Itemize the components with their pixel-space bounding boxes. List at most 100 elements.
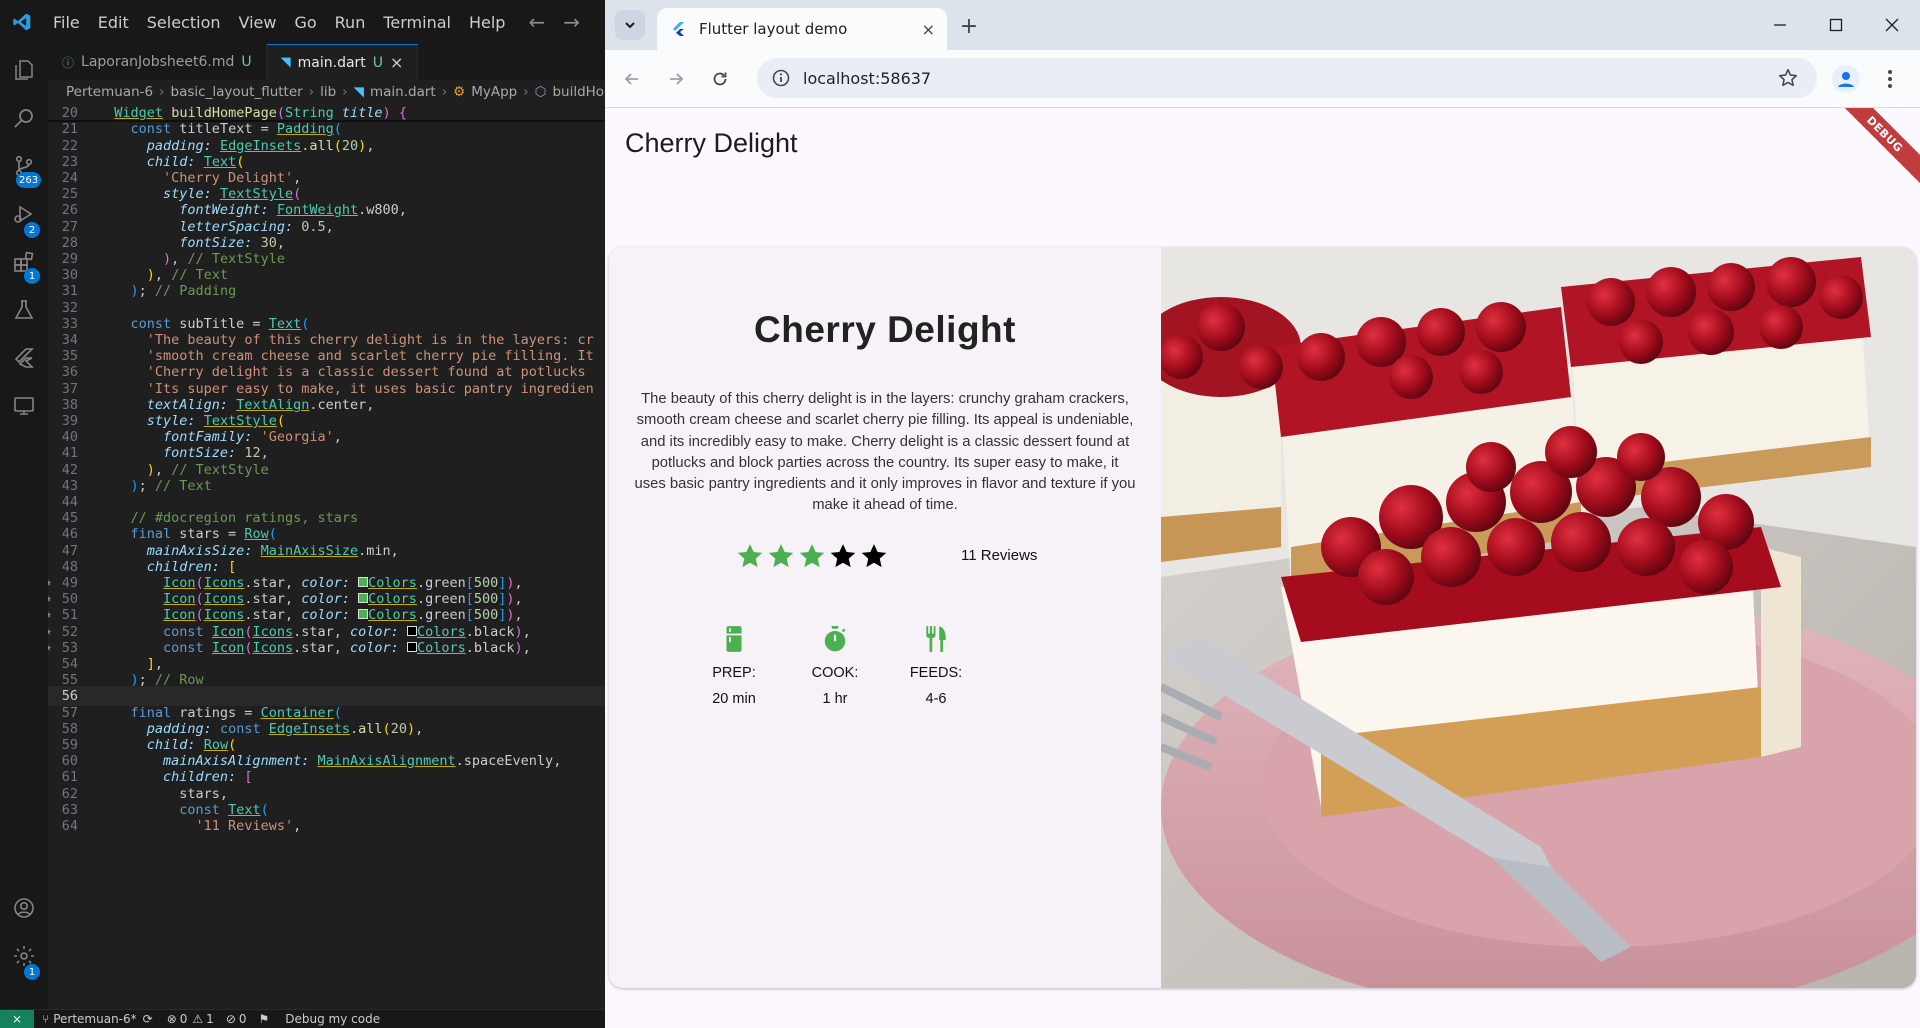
vscode-window: File Edit Selection View Go Run Terminal…: [0, 0, 605, 1028]
editor-tabs: ⓘ LaporanJobsheet6.md U ◥ main.dart U ×: [48, 44, 605, 80]
star-rating: [735, 541, 889, 571]
tab-laporan-md[interactable]: ⓘ LaporanJobsheet6.md U: [48, 44, 267, 80]
reload-button[interactable]: [705, 64, 735, 94]
tab-main-dart[interactable]: ◥ main.dart U ×: [266, 44, 419, 80]
search-icon[interactable]: [0, 94, 48, 142]
flutter-icon[interactable]: [0, 334, 48, 382]
more-options-icon[interactable]: [1880, 65, 1900, 93]
warning-count[interactable]: 1: [206, 1012, 214, 1026]
code-editor[interactable]: 9class MyApp extends StatelessWidget {20…: [48, 104, 605, 1009]
kitchen-icon: [679, 625, 789, 653]
warning-icon: ⚠: [192, 1012, 204, 1026]
untracked-status: U: [372, 54, 384, 71]
star-filled-icon: [737, 544, 763, 568]
dart-file-icon: ◥: [280, 55, 291, 70]
menu-bar: File Edit Selection View Go Run Terminal…: [0, 0, 605, 44]
menu-selection[interactable]: Selection: [138, 13, 230, 32]
forward-button[interactable]: [661, 64, 691, 94]
reload-icon: [713, 72, 727, 86]
error-count[interactable]: 0: [180, 1012, 188, 1026]
tab-search-button[interactable]: [615, 10, 645, 40]
debug-config[interactable]: Debug my code: [285, 1012, 380, 1026]
markdown-file-icon: ⓘ: [62, 55, 75, 70]
ports-count[interactable]: 0: [239, 1012, 247, 1026]
recipe-card: Cherry Delight The beauty of this cherry…: [609, 247, 1916, 988]
prep-label: PREP:: [712, 665, 756, 681]
profile-avatar-icon[interactable]: [1832, 65, 1860, 93]
site-info-icon[interactable]: [771, 68, 791, 92]
forward-arrow-icon: [670, 73, 684, 85]
cook-info: COOK: 1 hr: [780, 625, 890, 709]
branch-icon: ⑂: [42, 1012, 50, 1026]
run-debug-icon[interactable]: 2: [0, 190, 48, 238]
timer-icon: [780, 625, 890, 653]
tab-strip: Flutter layout demo × +: [605, 0, 1920, 50]
source-control-badge: 263: [16, 172, 42, 188]
menu-view[interactable]: View: [230, 13, 286, 32]
close-tab-icon[interactable]: ×: [922, 20, 935, 39]
close-tab-icon[interactable]: ×: [390, 53, 403, 72]
explorer-icon[interactable]: [0, 46, 48, 94]
browser-toolbar: localhost:58637: [605, 50, 1920, 108]
browser-tab[interactable]: Flutter layout demo ×: [657, 8, 947, 50]
remote-explorer-icon[interactable]: [0, 382, 48, 430]
minimize-icon: [1774, 24, 1786, 26]
app-bar-title: Cherry Delight: [625, 128, 798, 158]
close-icon: [1885, 18, 1899, 32]
breadcrumb-item[interactable]: main.dart: [370, 84, 436, 100]
url-text[interactable]: localhost:58637: [803, 69, 931, 88]
star-empty-icon: [861, 544, 887, 568]
address-bar[interactable]: localhost:58637: [757, 58, 1817, 98]
minimize-button[interactable]: [1752, 0, 1808, 50]
ports-icon: ⊘: [225, 1012, 236, 1026]
accounts-icon[interactable]: [0, 884, 48, 932]
maximize-button[interactable]: [1808, 0, 1864, 50]
debug-icon: ⚑: [258, 1012, 270, 1026]
breadcrumb-item[interactable]: buildHomePag: [552, 84, 605, 100]
vscode-logo-icon: [0, 0, 44, 44]
settings-gear-icon[interactable]: 1: [0, 932, 48, 980]
branch-name[interactable]: Pertemuan-6*: [53, 1012, 136, 1026]
menu-file[interactable]: File: [44, 13, 89, 32]
sync-icon[interactable]: ⟳: [143, 1012, 153, 1026]
restaurant-icon: [881, 625, 991, 653]
maximize-icon: [1829, 18, 1843, 32]
remote-indicator-icon[interactable]: ⨯: [0, 1009, 34, 1028]
feeds-label: FEEDS:: [909, 665, 963, 681]
menu-run[interactable]: Run: [326, 13, 375, 32]
testing-flask-icon[interactable]: [0, 286, 48, 334]
chevron-down-icon: [625, 22, 635, 29]
bookmark-star-icon[interactable]: [1777, 67, 1799, 93]
menu-help[interactable]: Help: [460, 13, 514, 32]
reviews-count: 11 Reviews: [961, 547, 1038, 564]
menu-edit[interactable]: Edit: [89, 13, 138, 32]
dart-file-icon: ◥: [353, 84, 364, 100]
breadcrumb-item[interactable]: MyApp: [471, 84, 517, 100]
error-icon: ⊗: [166, 1012, 177, 1026]
source-control-icon[interactable]: 263: [0, 142, 48, 190]
breadcrumb-item[interactable]: basic_layout_flutter: [171, 84, 303, 100]
feeds-info: FEEDS: 4-6: [881, 625, 991, 709]
breadcrumb-item[interactable]: lib: [320, 84, 336, 100]
extensions-icon[interactable]: 1: [0, 238, 48, 286]
tab-label: LaporanJobsheet6.md: [81, 54, 235, 70]
code-text: '11 Reviews',: [195, 818, 302, 834]
close-window-button[interactable]: [1864, 0, 1920, 50]
code-line[interactable]: 64 '11 Reviews',: [48, 816, 605, 836]
back-arrow-icon[interactable]: ←: [528, 10, 545, 34]
forward-arrow-icon[interactable]: →: [563, 10, 580, 34]
menu-terminal[interactable]: Terminal: [374, 13, 460, 32]
cherry-delight-photo: [1161, 247, 1916, 988]
untracked-status: U: [241, 54, 252, 70]
back-button[interactable]: [617, 64, 647, 94]
breadcrumb-item[interactable]: Pertemuan-6: [66, 84, 153, 100]
prep-value: 20 min: [712, 691, 756, 707]
recipe-description: The beauty of this cherry delight is in …: [634, 391, 1136, 514]
new-tab-button[interactable]: +: [955, 12, 983, 40]
cook-label: COOK:: [811, 665, 859, 681]
tab-label: main.dart: [297, 54, 366, 71]
menu-go[interactable]: Go: [285, 13, 325, 32]
debug-banner: DEBUG: [1824, 108, 1920, 195]
recipe-details: Cherry Delight The beauty of this cherry…: [609, 247, 1161, 988]
method-symbol-icon: ⬡: [534, 84, 547, 100]
